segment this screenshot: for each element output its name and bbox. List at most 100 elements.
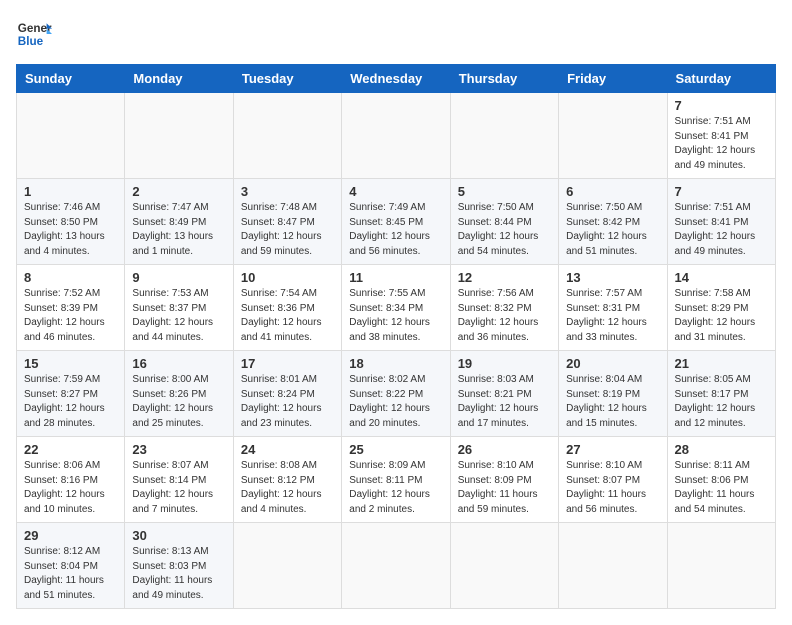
day-info: Sunrise: 8:13 AMSunset: 8:03 PMDaylight:… [132,545,225,603]
day-number: 7 [675,98,768,113]
table-row: 16 Sunrise: 8:00 AMSunset: 8:26 PMDayligh… [125,351,233,437]
table-row: 17Sunrise: 8:01 AMSunset: 8:24 PMDayligh… [233,351,341,437]
calendar-row: 29 Sunrise: 8:12 AMSunset: 8:04 PMDayligh… [17,523,776,609]
day-info: Sunrise: 8:07 AMSunset: 8:14 PMDaylight:… [132,459,225,517]
day-number: 23 [132,442,225,457]
day-number: 3 [241,184,334,199]
day-number: 11 [349,270,442,285]
day-info: Sunrise: 7:54 AMSunset: 8:36 PMDaylight:… [241,287,334,345]
day-number: 29 [24,528,117,543]
day-number: 5 [458,184,551,199]
empty-cell [559,93,667,179]
day-info: Sunrise: 7:58 AMSunset: 8:29 PMDaylight:… [675,287,768,345]
table-row: 9 Sunrise: 7:53 AMSunset: 8:37 PMDaylight… [125,265,233,351]
day-number: 7 [675,184,768,199]
table-row: 7 Sunrise: 7:51 AMSunset: 8:41 PMDaylight… [667,93,775,179]
day-info: Sunrise: 7:52 AMSunset: 8:39 PMDaylight:… [24,287,117,345]
svg-text:Blue: Blue [18,35,44,48]
day-info: Sunrise: 8:10 AMSunset: 8:07 PMDaylight:… [566,459,659,517]
empty-cell [125,93,233,179]
logo: General Blue [16,16,52,52]
day-info: Sunrise: 7:46 AMSunset: 8:50 PMDaylight:… [24,201,117,259]
day-number: 4 [349,184,442,199]
table-row: 25Sunrise: 8:09 AMSunset: 8:11 PMDayligh… [342,437,450,523]
table-row: 6Sunrise: 7:50 AMSunset: 8:42 PMDaylight… [559,179,667,265]
table-row: 8Sunrise: 7:52 AMSunset: 8:39 PMDaylight… [17,265,125,351]
calendar-row: 15Sunrise: 7:59 AMSunset: 8:27 PMDayligh… [17,351,776,437]
day-info: Sunrise: 7:50 AMSunset: 8:44 PMDaylight:… [458,201,551,259]
empty-cell [342,523,450,609]
calendar-header-row: SundayMondayTuesdayWednesdayThursdayFrid… [17,65,776,93]
table-row: 3 Sunrise: 7:48 AMSunset: 8:47 PMDaylight… [233,179,341,265]
day-number: 22 [24,442,117,457]
table-row: 22Sunrise: 8:06 AMSunset: 8:16 PMDayligh… [17,437,125,523]
empty-cell [342,93,450,179]
day-number: 10 [241,270,334,285]
day-number: 16 [132,356,225,371]
day-number: 9 [132,270,225,285]
table-row: 12Sunrise: 7:56 AMSunset: 8:32 PMDayligh… [450,265,558,351]
day-info: Sunrise: 8:05 AMSunset: 8:17 PMDaylight:… [675,373,768,431]
day-info: Sunrise: 8:03 AMSunset: 8:21 PMDaylight:… [458,373,551,431]
day-number: 1 [24,184,117,199]
day-info: Sunrise: 7:48 AMSunset: 8:47 PMDaylight:… [241,201,334,259]
table-row: 7 Sunrise: 7:51 AMSunset: 8:41 PMDaylight… [667,179,775,265]
day-number: 12 [458,270,551,285]
empty-cell [17,93,125,179]
table-row: 26 Sunrise: 8:10 AMSunset: 8:09 PMDayligh… [450,437,558,523]
day-number: 25 [349,442,442,457]
day-info: Sunrise: 8:00 AMSunset: 8:26 PMDaylight:… [132,373,225,431]
table-row: 21 Sunrise: 8:05 AMSunset: 8:17 PMDayligh… [667,351,775,437]
col-header-sunday: Sunday [17,65,125,93]
day-info: Sunrise: 7:57 AMSunset: 8:31 PMDaylight:… [566,287,659,345]
table-row: 20 Sunrise: 8:04 AMSunset: 8:19 PMDayligh… [559,351,667,437]
col-header-wednesday: Wednesday [342,65,450,93]
day-info: Sunrise: 7:49 AMSunset: 8:45 PMDaylight:… [349,201,442,259]
day-info: Sunrise: 7:51 AMSunset: 8:41 PMDaylight:… [675,115,768,173]
empty-cell [450,93,558,179]
page-header: General Blue [16,16,776,52]
col-header-saturday: Saturday [667,65,775,93]
day-number: 27 [566,442,659,457]
day-number: 19 [458,356,551,371]
day-info: Sunrise: 7:53 AMSunset: 8:37 PMDaylight:… [132,287,225,345]
table-row: 14 Sunrise: 7:58 AMSunset: 8:29 PMDayligh… [667,265,775,351]
day-info: Sunrise: 7:50 AMSunset: 8:42 PMDaylight:… [566,201,659,259]
day-info: Sunrise: 7:47 AMSunset: 8:49 PMDaylight:… [132,201,225,259]
table-row: 11 Sunrise: 7:55 AMSunset: 8:34 PMDayligh… [342,265,450,351]
table-row: 28Sunrise: 8:11 AMSunset: 8:06 PMDayligh… [667,437,775,523]
day-number: 14 [675,270,768,285]
table-row: 4 Sunrise: 7:49 AMSunset: 8:45 PMDaylight… [342,179,450,265]
table-row: 29 Sunrise: 8:12 AMSunset: 8:04 PMDayligh… [17,523,125,609]
day-info: Sunrise: 8:08 AMSunset: 8:12 PMDaylight:… [241,459,334,517]
calendar-row: 8Sunrise: 7:52 AMSunset: 8:39 PMDaylight… [17,265,776,351]
day-info: Sunrise: 7:55 AMSunset: 8:34 PMDaylight:… [349,287,442,345]
calendar-row: 7 Sunrise: 7:51 AMSunset: 8:41 PMDaylight… [17,93,776,179]
empty-cell [233,523,341,609]
table-row: 15Sunrise: 7:59 AMSunset: 8:27 PMDayligh… [17,351,125,437]
table-row: 30Sunrise: 8:13 AMSunset: 8:03 PMDayligh… [125,523,233,609]
day-number: 26 [458,442,551,457]
table-row: 10 Sunrise: 7:54 AMSunset: 8:36 PMDayligh… [233,265,341,351]
day-info: Sunrise: 8:04 AMSunset: 8:19 PMDaylight:… [566,373,659,431]
table-row: 23 Sunrise: 8:07 AMSunset: 8:14 PMDayligh… [125,437,233,523]
day-number: 2 [132,184,225,199]
calendar-table: SundayMondayTuesdayWednesdayThursdayFrid… [16,64,776,609]
table-row: 27 Sunrise: 8:10 AMSunset: 8:07 PMDayligh… [559,437,667,523]
day-number: 21 [675,356,768,371]
day-number: 20 [566,356,659,371]
day-info: Sunrise: 7:51 AMSunset: 8:41 PMDaylight:… [675,201,768,259]
day-number: 17 [241,356,334,371]
table-row: 24Sunrise: 8:08 AMSunset: 8:12 PMDayligh… [233,437,341,523]
table-row: 1 Sunrise: 7:46 AMSunset: 8:50 PMDaylight… [17,179,125,265]
empty-cell [450,523,558,609]
day-info: Sunrise: 8:12 AMSunset: 8:04 PMDaylight:… [24,545,117,603]
logo-icon: General Blue [16,16,52,52]
col-header-tuesday: Tuesday [233,65,341,93]
table-row: 5 Sunrise: 7:50 AMSunset: 8:44 PMDaylight… [450,179,558,265]
calendar-row: 22Sunrise: 8:06 AMSunset: 8:16 PMDayligh… [17,437,776,523]
table-row: 19 Sunrise: 8:03 AMSunset: 8:21 PMDayligh… [450,351,558,437]
empty-cell [233,93,341,179]
day-info: Sunrise: 7:59 AMSunset: 8:27 PMDaylight:… [24,373,117,431]
day-info: Sunrise: 8:10 AMSunset: 8:09 PMDaylight:… [458,459,551,517]
